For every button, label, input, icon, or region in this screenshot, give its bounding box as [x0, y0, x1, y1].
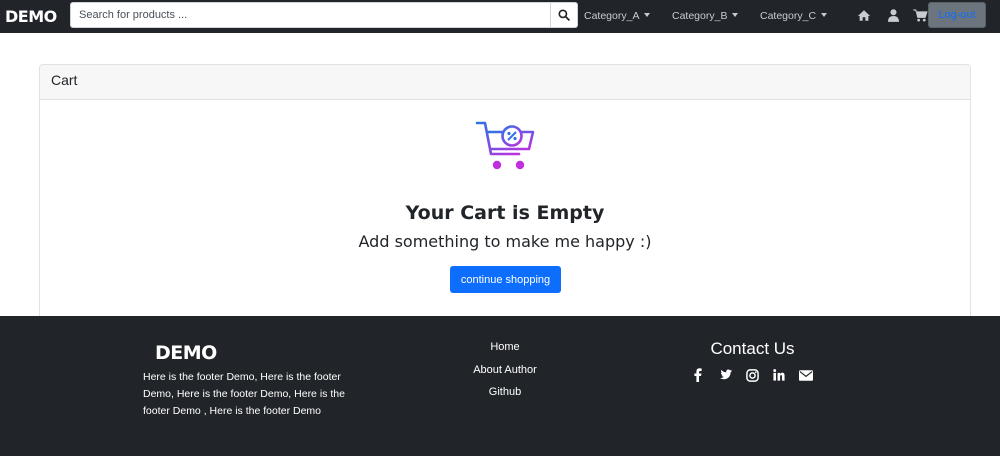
caret-down-icon: [732, 13, 739, 17]
nav-category-b-label: Category_B: [672, 10, 728, 22]
footer-brand: DEMO: [155, 342, 217, 364]
user-icon[interactable]: [888, 9, 899, 27]
footer-link-home[interactable]: Home: [455, 340, 555, 363]
home-icon[interactable]: [857, 9, 871, 27]
facebook-icon[interactable]: [690, 367, 706, 383]
empty-cart-icon: [475, 119, 537, 180]
social-links: [690, 367, 814, 383]
search-input[interactable]: [70, 2, 551, 28]
caret-down-icon: [644, 13, 651, 17]
empty-cart-title: Your Cart is Empty: [405, 202, 605, 224]
nav-category-c-label: Category_C: [760, 10, 817, 22]
footer-description: Here is the footer Demo, Here is the foo…: [143, 371, 345, 417]
nav-category-c[interactable]: Category_C: [760, 10, 828, 22]
nav-category-b[interactable]: Category_B: [672, 10, 739, 22]
cart-header: Cart: [40, 65, 970, 100]
search-form: [70, 2, 578, 28]
footer-link-github[interactable]: Github: [455, 385, 555, 408]
footer: DEMO Here is the footer Demo, Here is th…: [0, 316, 1000, 456]
caret-down-icon: [821, 13, 828, 17]
logout-button[interactable]: Log-out: [928, 2, 986, 28]
nav-category-a[interactable]: Category_A: [584, 10, 651, 22]
empty-cart-subtitle: Add something to make me happy :): [358, 232, 652, 251]
brand-logo[interactable]: DEMO: [5, 7, 57, 26]
contact-title: Contact Us: [710, 339, 795, 358]
cart-icon[interactable]: [913, 9, 928, 27]
footer-links: Home About Author Github: [455, 340, 555, 408]
envelope-icon[interactable]: [798, 367, 814, 383]
top-navbar: DEMO Category_A Category_B Category_C: [0, 0, 1000, 33]
instagram-icon[interactable]: [744, 367, 760, 383]
nav-category-a-label: Category_A: [584, 10, 640, 22]
footer-link-about[interactable]: About Author: [455, 363, 555, 386]
twitter-icon[interactable]: [717, 367, 733, 383]
continue-shopping-button[interactable]: continue shopping: [450, 266, 561, 293]
cart-card: Cart Your Cart is Empty Add something to…: [39, 64, 971, 324]
search-icon: [558, 9, 570, 21]
linkedin-icon[interactable]: [771, 367, 787, 383]
search-button[interactable]: [551, 2, 578, 28]
